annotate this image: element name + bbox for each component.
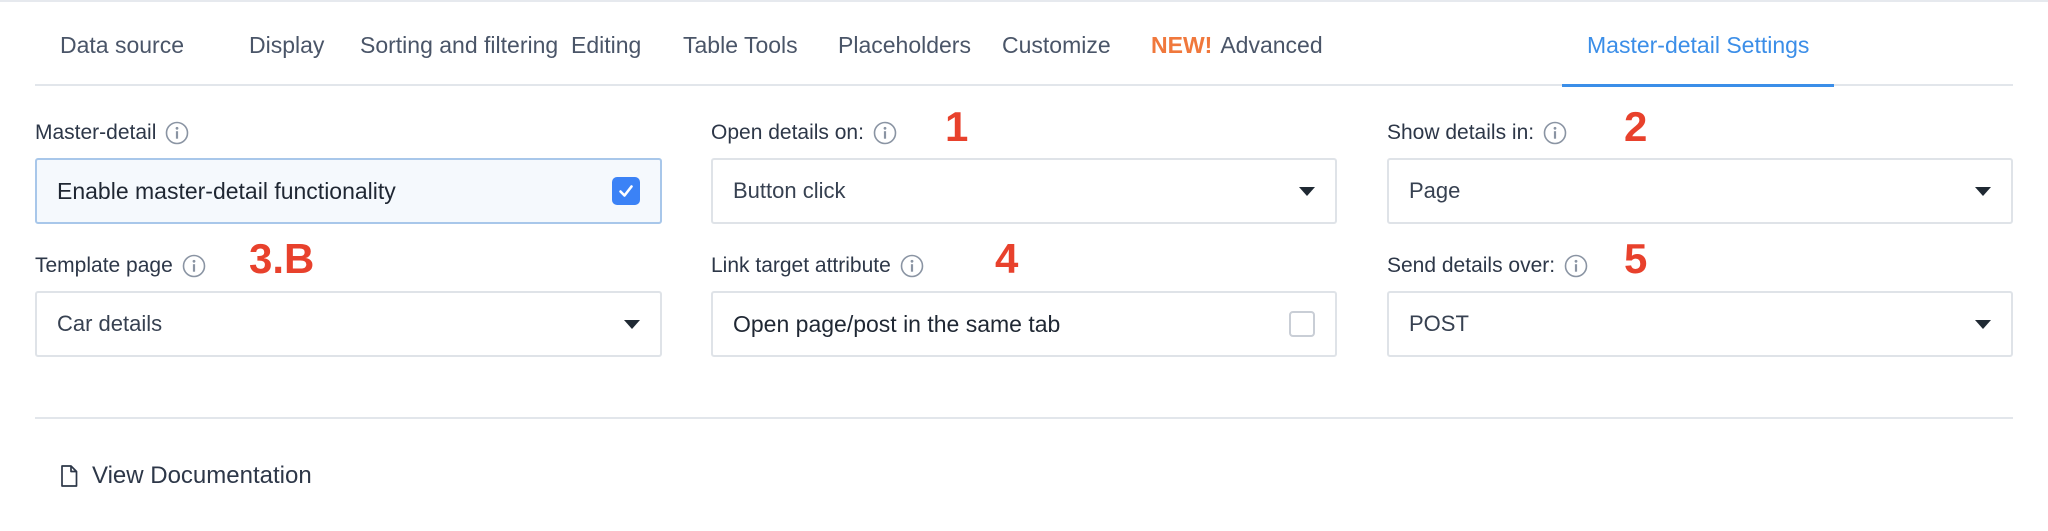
tab-label: Editing: [571, 32, 642, 58]
info-icon[interactable]: [165, 121, 189, 145]
select-value: Car details: [57, 311, 163, 336]
send-details-over-label: Send details over:: [1387, 254, 1588, 278]
master-detail-label: Master-detail: [35, 121, 189, 145]
link-target-attribute-label: Link target attribute: [711, 254, 924, 278]
annotation-5: 5: [1624, 235, 1648, 282]
open-details-on-label: Open details on:: [711, 121, 897, 145]
tab-editing[interactable]: Editing: [546, 8, 666, 86]
field-label-text: Send details over:: [1387, 254, 1556, 277]
tab-customize[interactable]: Customize: [977, 8, 1136, 86]
checkbox-label: Open page/post in the same tab: [733, 310, 1061, 337]
checkbox-empty-icon[interactable]: [1289, 311, 1315, 337]
send-details-over-select[interactable]: POST: [1387, 291, 2013, 357]
documentation-link-text: View Documentation: [92, 462, 312, 489]
select-value: Button click: [733, 178, 846, 203]
tab-label: Master-detail Settings: [1587, 32, 1810, 58]
tab-label: Display: [249, 32, 325, 58]
annotation-4: 4: [995, 235, 1019, 282]
template-page-label: Template page: [35, 254, 206, 278]
annotation-3b: 3.B: [249, 235, 315, 282]
tab-bar: Data source Display Sorting and filterin…: [35, 8, 2013, 87]
checkbox-checked-icon[interactable]: [612, 177, 640, 205]
tab-label: Table Tools: [683, 32, 798, 58]
tab-label: Sorting and filtering: [360, 32, 559, 58]
master-detail-checkbox-field[interactable]: Enable master-detail functionality: [35, 158, 662, 224]
tab-table-tools[interactable]: Table Tools: [658, 8, 823, 86]
show-details-in-label: Show details in:: [1387, 121, 1567, 145]
field-label-text: Open details on:: [711, 121, 864, 144]
field-label-text: Master-detail: [35, 121, 157, 144]
section-divider: [35, 417, 2013, 419]
tab-placeholders[interactable]: Placeholders: [813, 8, 996, 86]
chevron-down-icon: [1975, 186, 1991, 196]
info-icon[interactable]: [182, 254, 206, 278]
show-details-in-select[interactable]: Page: [1387, 158, 2013, 224]
top-border: [0, 0, 2048, 2]
chevron-down-icon: [1299, 186, 1315, 196]
tab-master-detail-settings[interactable]: Master-detail Settings: [1562, 8, 1835, 87]
tab-label: Placeholders: [838, 32, 971, 58]
document-icon: [61, 465, 78, 487]
info-icon[interactable]: [900, 254, 924, 278]
info-icon[interactable]: [1564, 254, 1588, 278]
select-value: Page: [1409, 178, 1461, 203]
chevron-down-icon: [1975, 319, 1991, 329]
checkbox-label: Enable master-detail functionality: [57, 177, 396, 204]
tab-advanced[interactable]: NEW! Advanced: [1126, 8, 1348, 86]
template-page-select[interactable]: Car details: [35, 291, 662, 357]
tab-display[interactable]: Display: [224, 8, 349, 86]
tab-label: Data source: [60, 32, 185, 58]
info-icon[interactable]: [1543, 121, 1567, 145]
annotation-2: 2: [1624, 103, 1648, 150]
tab-label: Customize: [1002, 32, 1111, 58]
link-target-checkbox-field[interactable]: Open page/post in the same tab: [711, 291, 1337, 357]
tab-data-source[interactable]: Data source: [35, 8, 209, 86]
view-documentation-link[interactable]: View Documentation: [60, 462, 312, 490]
field-label-text: Link target attribute: [711, 254, 891, 277]
annotation-1: 1: [945, 103, 969, 150]
open-details-on-select[interactable]: Button click: [711, 158, 1337, 224]
chevron-down-icon: [624, 319, 640, 329]
field-label-text: Template page: [35, 254, 173, 277]
field-label-text: Show details in:: [1387, 121, 1535, 144]
new-badge: NEW!: [1151, 32, 1213, 58]
info-icon[interactable]: [873, 121, 897, 145]
select-value: POST: [1409, 311, 1469, 336]
tab-label: Advanced: [1220, 32, 1323, 58]
